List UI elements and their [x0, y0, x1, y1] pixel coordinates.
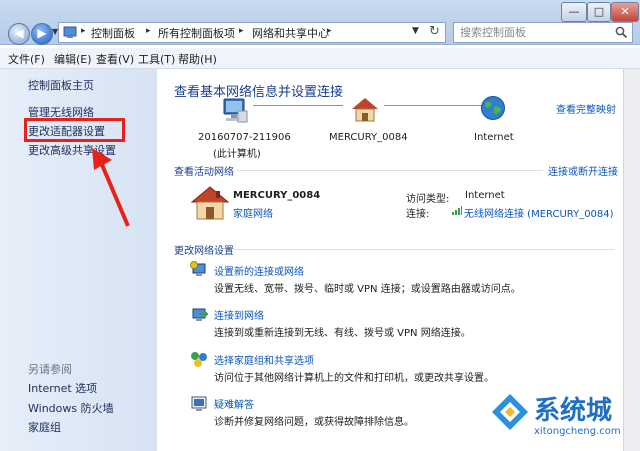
- network-type-link[interactable]: 家庭网络: [233, 205, 273, 220]
- task-homegroup-sharing-desc: 访问位于其他网络计算机上的文件和打印机，或更改共享设置。: [214, 373, 494, 384]
- network-map-name: MERCURY_0084: [329, 132, 408, 143]
- breadcrumb-separator-icon: ▸: [239, 26, 244, 36]
- wifi-signal-icon: [452, 206, 462, 215]
- active-network-name: MERCURY_0084: [233, 190, 321, 201]
- menu-tools[interactable]: 工具(T): [138, 51, 175, 67]
- close-button[interactable]: ✕: [611, 2, 639, 22]
- back-button[interactable]: ◀: [8, 23, 30, 45]
- breadcrumb-control-panel[interactable]: 控制面板: [91, 25, 135, 41]
- maximize-button[interactable]: □: [587, 2, 611, 22]
- watermark-logo-icon: [492, 394, 528, 430]
- breadcrumb-separator-icon: ▸: [327, 26, 332, 36]
- annotation-arrow-icon: [92, 148, 130, 227]
- menu-bar: 文件(F) 编辑(E) 查看(V) 工具(T) 帮助(H): [0, 48, 640, 69]
- breadcrumb-network-center[interactable]: 网络和共享中心: [252, 25, 329, 41]
- search-placeholder: 搜索控制面板: [460, 26, 526, 39]
- computer-name: 20160707-211906: [198, 132, 291, 143]
- search-input[interactable]: 搜索控制面板: [453, 22, 633, 43]
- access-type-value: Internet: [465, 190, 505, 201]
- watermark: 系统城 xitongcheng.com: [488, 390, 633, 446]
- sidebar-item-homegroup[interactable]: 家庭组: [28, 419, 61, 435]
- watermark-text: 系统城: [534, 396, 613, 426]
- address-bar[interactable]: ▸ 控制面板 ▸ 所有控制面板项 ▸ 网络和共享中心 ▸ ▼ ↻: [58, 22, 446, 43]
- map-connector-line: [384, 105, 482, 106]
- forward-button[interactable]: ▶: [31, 23, 53, 45]
- menu-edit[interactable]: 编辑(E): [54, 51, 92, 67]
- page-title: 查看基本网络信息并设置连接: [174, 85, 344, 100]
- connect-network-icon: [192, 308, 208, 321]
- section-divider: [234, 249, 614, 250]
- address-dropdown-icon[interactable]: ▼: [412, 26, 419, 36]
- home-network-icon: [352, 98, 378, 122]
- highlight-box: [24, 118, 125, 142]
- control-panel-icon: [63, 26, 77, 38]
- refresh-icon[interactable]: ↻: [429, 24, 440, 39]
- minimize-button[interactable]: —: [561, 2, 587, 22]
- homegroup-icon: [191, 352, 207, 367]
- task-connect-network-desc: 连接到或重新连接到无线、有线、拨号或 VPN 网络连接。: [214, 328, 471, 339]
- breadcrumb-separator-icon: ▸: [146, 26, 151, 36]
- task-setup-connection[interactable]: 设置新的连接或网络: [214, 263, 304, 278]
- house-icon: [190, 186, 230, 220]
- title-bar: — □ ✕ ◀ ▶ ▼ ▸ 控制面板 ▸ 所有控制面板项 ▸ 网络和共享中心 ▸…: [0, 0, 640, 45]
- view-full-map-link[interactable]: 查看完整映射: [556, 101, 616, 116]
- internet-label: Internet: [474, 132, 514, 143]
- search-icon[interactable]: [615, 26, 628, 39]
- task-troubleshoot-desc: 诊断并修复网络问题，或获得故障排除信息。: [214, 417, 414, 428]
- access-type-label: 访问类型:: [406, 194, 450, 205]
- sidebar-item-internet-options[interactable]: Internet 选项: [28, 380, 97, 396]
- new-connection-icon: [190, 261, 206, 276]
- breadcrumb-all-items[interactable]: 所有控制面板项: [158, 25, 235, 41]
- computer-icon: [223, 98, 248, 123]
- active-networks-heading: 查看活动网络: [174, 167, 234, 178]
- connect-disconnect-link[interactable]: 连接或断开连接: [548, 163, 618, 178]
- sidebar-item-control-panel-home[interactable]: 控制面板主页: [28, 77, 94, 93]
- sidebar-item-firewall[interactable]: Windows 防火墙: [28, 400, 114, 416]
- wireless-connection-link[interactable]: 无线网络连接 (MERCURY_0084): [464, 205, 614, 220]
- task-connect-network[interactable]: 连接到网络: [214, 307, 264, 322]
- forward-arrow-icon: ▶: [37, 26, 47, 40]
- menu-help[interactable]: 帮助(H): [178, 51, 217, 67]
- computer-sub-label: (此计算机): [213, 149, 261, 160]
- task-troubleshoot[interactable]: 疑难解答: [214, 396, 254, 411]
- task-setup-connection-desc: 设置无线、宽带、拨号、临时或 VPN 连接；或设置路由器或访问点。: [214, 284, 521, 295]
- breadcrumb-separator-icon: ▸: [81, 26, 86, 36]
- back-arrow-icon: ◀: [14, 26, 24, 40]
- internet-globe-icon: [481, 96, 505, 120]
- see-also-heading: 另请参阅: [28, 363, 72, 376]
- section-divider: [236, 170, 543, 171]
- watermark-url: xitongcheng.com: [534, 426, 621, 437]
- connection-label: 连接:: [406, 209, 430, 220]
- menu-view[interactable]: 查看(V): [96, 51, 134, 67]
- task-homegroup-sharing[interactable]: 选择家庭组和共享选项: [214, 352, 314, 367]
- menu-file[interactable]: 文件(F): [8, 51, 45, 67]
- change-settings-heading: 更改网络设置: [174, 246, 234, 257]
- map-connector-line: [253, 105, 343, 106]
- window: — □ ✕ ◀ ▶ ▼ ▸ 控制面板 ▸ 所有控制面板项 ▸ 网络和共享中心 ▸…: [0, 0, 640, 451]
- troubleshoot-icon: [191, 396, 207, 411]
